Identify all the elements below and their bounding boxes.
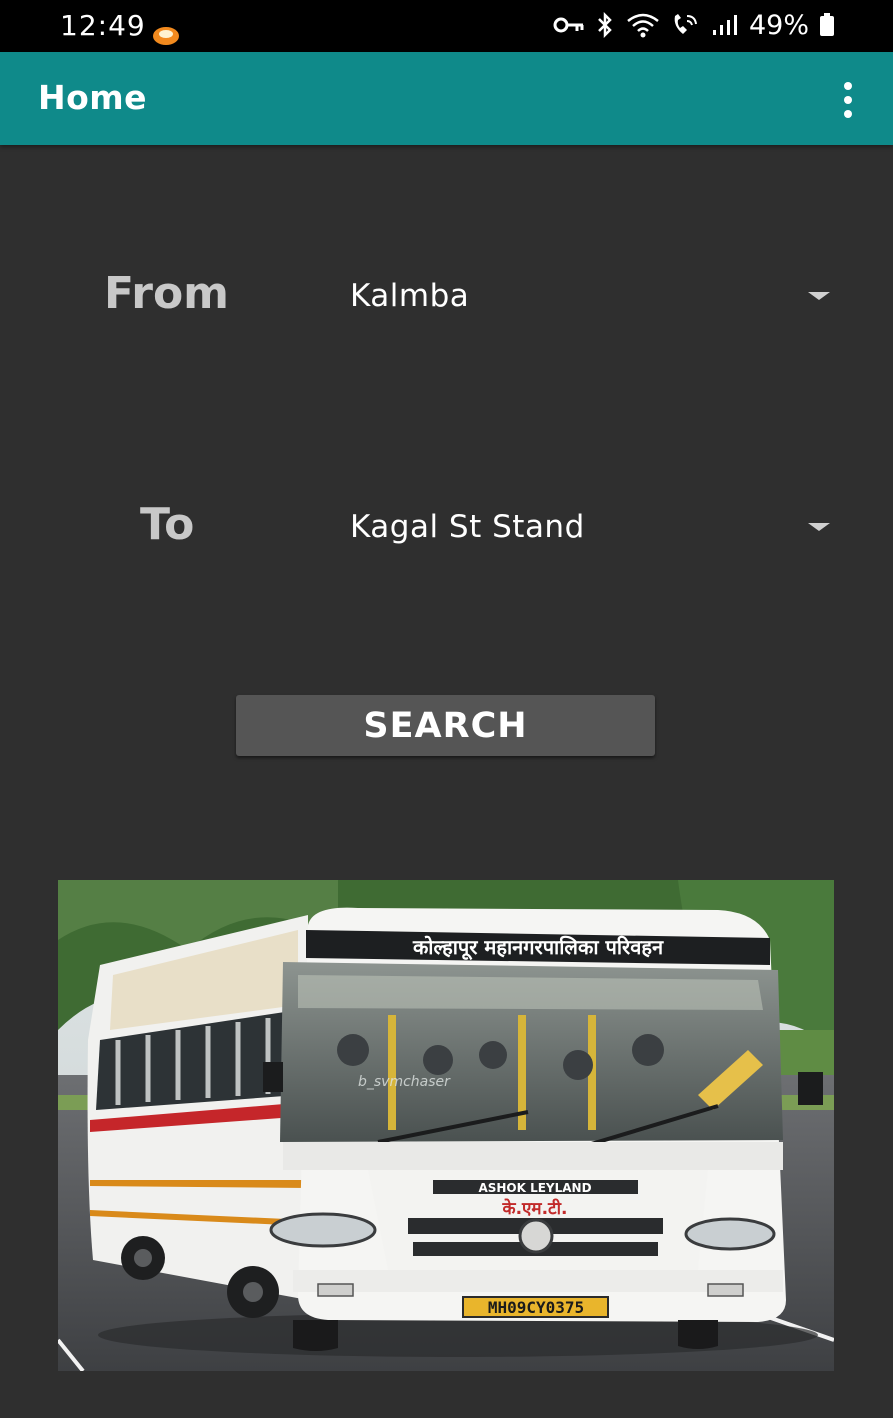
overflow-menu-icon[interactable] [841, 82, 855, 118]
bluetooth-icon [598, 12, 612, 38]
brand-text: ASHOK LEYLAND [478, 1181, 591, 1195]
operator-text: के.एम.टी. [502, 1198, 568, 1219]
dropdown-arrow-icon [808, 523, 830, 531]
status-icons: 49% [553, 7, 835, 43]
search-button[interactable]: SEARCH [236, 695, 655, 756]
wifi-calling-icon [674, 14, 697, 34]
vpn-key-icon [553, 17, 584, 33]
app-bar: Home [0, 52, 893, 145]
status-bar: 12:49 49% [0, 0, 893, 52]
from-selected-value: Kalmba [350, 278, 470, 314]
wifi-icon [627, 13, 659, 38]
bus-photo: कोल्हापूर महानगरपालिका परिवहन b_svmchase… [58, 880, 834, 1371]
destination-board-text: कोल्हापूर महानगरपालिका परिवहन [412, 935, 664, 960]
to-dropdown[interactable]: Kagal St Stand [350, 499, 840, 559]
signal-icon [712, 15, 737, 35]
app-notification-icon [153, 27, 179, 45]
to-selected-value: Kagal St Stand [350, 509, 585, 545]
from-dropdown[interactable]: Kalmba [350, 268, 840, 328]
battery-icon [820, 13, 834, 36]
to-label: To [140, 499, 195, 550]
dropdown-arrow-icon [808, 292, 830, 300]
battery-percent: 49% [748, 9, 809, 41]
status-time: 12:49 [60, 9, 146, 42]
watermark-text: b_svmchaser [358, 1074, 451, 1090]
page-title: Home [38, 78, 148, 117]
license-plate-text: MH09CY0375 [488, 1298, 584, 1317]
from-label: From [104, 268, 230, 319]
